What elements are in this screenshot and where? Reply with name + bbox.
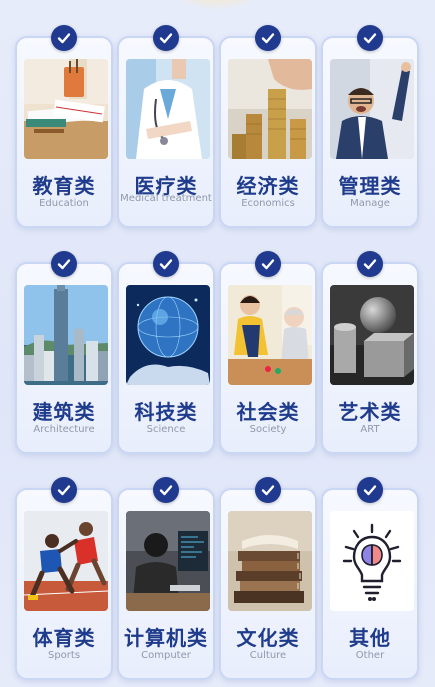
category-subtitle: Economics [241,198,295,209]
books-on-desk-image [24,59,108,159]
person-at-computer-image [126,511,210,611]
coin-stacks-image [228,59,312,159]
category-title: 建筑类 [32,400,96,424]
category-card-architecture[interactable]: 建筑类 Architecture [15,251,113,454]
category-title: 科技类 [134,400,198,424]
top-glow [170,0,265,10]
doctor-image [126,59,210,159]
category-title: 体育类 [32,626,96,650]
category-card-computer[interactable]: 计算机类 Computer [117,477,215,680]
celebrating-manager-image [330,59,414,159]
category-title: 社会类 [236,400,300,424]
category-title: 经济类 [236,174,300,198]
category-subtitle: Manage [350,198,390,209]
lightbulb-brain-icon [330,511,414,611]
selected-check-icon [357,477,383,503]
selected-check-icon [153,477,179,503]
category-subtitle: Science [146,424,186,435]
category-card-sports[interactable]: 体育类 Sports [15,477,113,680]
category-subtitle: ART [360,424,380,435]
selected-check-icon [51,25,77,51]
category-subtitle: Education [39,198,89,209]
selected-check-icon [255,25,281,51]
category-title: 其他 [349,626,391,650]
plaster-sculptures-image [330,285,414,385]
category-subtitle: Society [249,424,287,435]
category-title: 计算机类 [124,626,208,650]
category-card-economics[interactable]: 经济类 Economics [219,25,317,228]
selected-check-icon [357,251,383,277]
selected-check-icon [357,25,383,51]
category-card-medical[interactable]: 医疗类 Medical treatment [117,25,215,228]
category-card-education[interactable]: 教育类 Education [15,25,113,228]
selected-check-icon [153,25,179,51]
category-title: 教育类 [32,174,96,198]
city-skyline-image [24,285,108,385]
category-card-culture[interactable]: 文化类 Culture [219,477,317,680]
category-subtitle: Sports [47,650,81,661]
selected-check-icon [255,251,281,277]
volunteer-and-elder-image [228,285,312,385]
category-title: 管理类 [338,174,402,198]
category-card-manage[interactable]: 管理类 Manage [321,25,419,228]
category-subtitle: Architecture [33,424,95,435]
category-title: 文化类 [236,626,300,650]
sprinters-image [24,511,108,611]
selected-check-icon [51,477,77,503]
category-grid: 教育类 Education 医疗类 Medical treatment 经济类 … [15,24,420,680]
selected-check-icon [255,477,281,503]
category-subtitle: Culture [249,650,287,661]
selected-check-icon [51,251,77,277]
category-card-other[interactable]: 其他 Other [321,477,419,680]
category-card-art[interactable]: 艺术类 ART [321,251,419,454]
selected-check-icon [153,251,179,277]
globe-in-hand-image [126,285,210,385]
category-subtitle: Other [355,650,385,661]
category-subtitle: Computer [141,650,191,661]
category-card-science[interactable]: 科技类 Science [117,251,215,454]
stack-of-books-image [228,511,312,611]
category-title: 艺术类 [338,400,402,424]
category-subtitle: Medical treatment [120,193,212,204]
category-card-society[interactable]: 社会类 Society [219,251,317,454]
